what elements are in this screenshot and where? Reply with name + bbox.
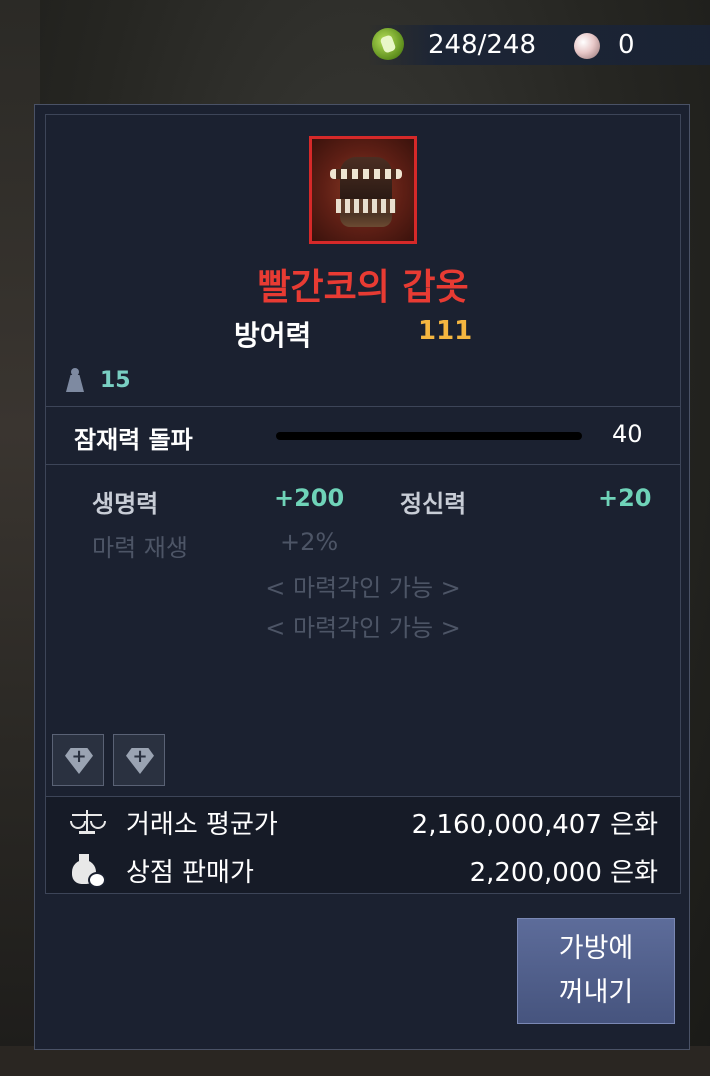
divider — [45, 464, 681, 465]
take-out-to-bag-button[interactable]: 가방에 꺼내기 — [517, 918, 675, 1024]
energy-counter: 248/248 — [428, 30, 537, 60]
gem-socket-1[interactable]: + — [52, 734, 104, 786]
armor-teeth — [336, 199, 396, 213]
pearl-icon — [574, 33, 600, 59]
take-out-button-line1: 가방에 — [558, 933, 634, 964]
market-price-label: 거래소 평균가 — [126, 810, 278, 840]
divider — [45, 406, 681, 407]
plus-icon: + — [71, 746, 87, 767]
take-out-button-line2: 꺼내기 — [558, 977, 634, 1008]
potential-bar — [276, 432, 582, 440]
pearl-counter: 0 — [618, 30, 635, 60]
energy-fist-icon — [372, 28, 404, 60]
defense-value: 111 — [418, 316, 473, 346]
red-armor-icon — [309, 136, 417, 244]
armor-body — [340, 157, 392, 227]
background-bottom — [0, 1046, 710, 1076]
weight-icon — [66, 368, 84, 392]
defense-label: 방어력 — [234, 319, 312, 352]
money-bag-icon — [72, 852, 106, 888]
shop-price-value: 2,200,000 은화 — [469, 858, 658, 888]
mp-label: 정신력 — [400, 490, 467, 518]
gem-socket-2[interactable]: + — [113, 734, 165, 786]
plus-icon: + — [132, 746, 148, 767]
item-name: 빨간코의 갑옷 — [257, 267, 469, 308]
carving-slot: < 마력각인 가능 > — [265, 574, 461, 602]
hp-value: +200 — [274, 484, 345, 512]
armor-band — [330, 169, 402, 179]
potential-label: 잠재력 돌파 — [74, 426, 193, 454]
hp-label: 생명력 — [92, 490, 159, 518]
market-price-value: 2,160,000,407 은화 — [411, 810, 658, 840]
scale-icon — [70, 808, 106, 836]
weight-value: 15 — [100, 368, 131, 393]
mp-value: +20 — [598, 484, 652, 512]
potential-value: 40 — [612, 420, 643, 448]
shop-price-label: 상점 판매가 — [126, 858, 254, 888]
mana-regen-value: +2% — [280, 528, 339, 556]
carving-slot: < 마력각인 가능 > — [265, 614, 461, 642]
mana-regen-label: 마력 재생 — [92, 534, 188, 562]
currency-bar — [368, 25, 710, 65]
